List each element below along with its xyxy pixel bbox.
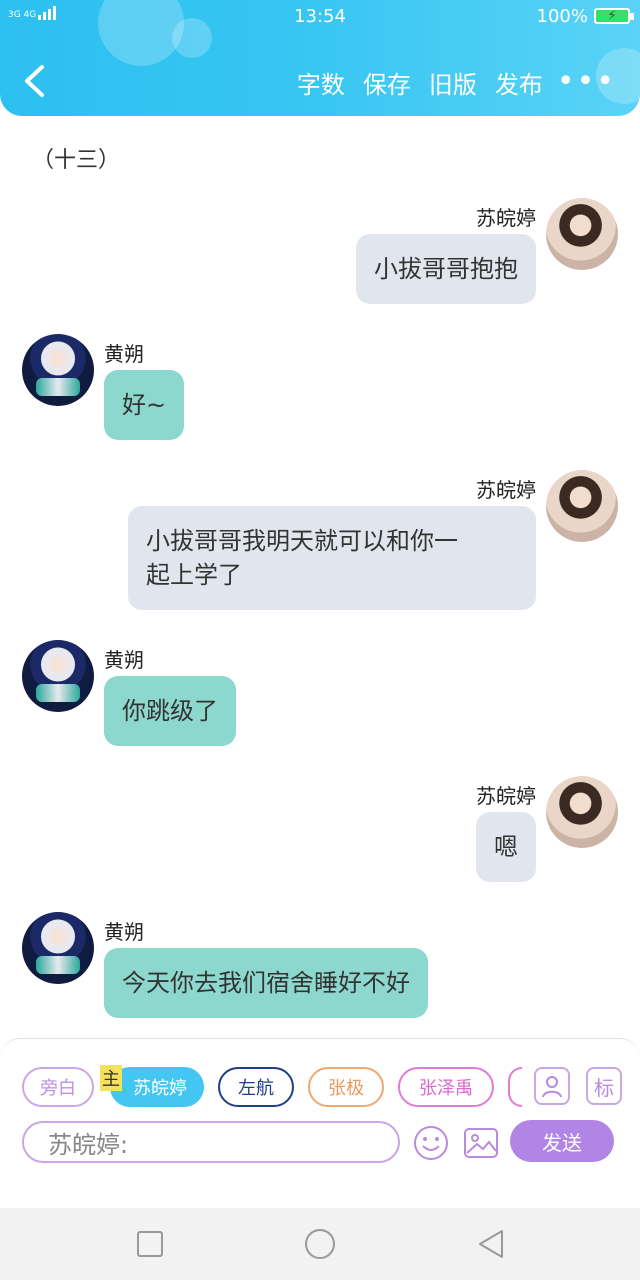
message-text: 小拔哥哥抱抱 bbox=[374, 255, 518, 283]
composer-panel: 旁白 苏皖婷 主 左航 张极 张泽禹 标 苏皖婷: 发送 bbox=[0, 1038, 640, 1208]
back-arrow-icon[interactable] bbox=[22, 64, 46, 98]
avatar-su-wanting[interactable] bbox=[546, 776, 618, 848]
system-nav-bar bbox=[0, 1208, 640, 1280]
send-button[interactable]: 发送 bbox=[510, 1120, 614, 1162]
main-character-tag: 主 bbox=[100, 1065, 122, 1091]
message-bubble[interactable]: 小拔哥哥我明天就可以和你一 起上学了 bbox=[128, 506, 536, 610]
avatar-huang-shuo[interactable] bbox=[22, 334, 94, 406]
message-bubble[interactable]: 小拔哥哥抱抱 bbox=[356, 234, 536, 304]
message-text-line: 起上学了 bbox=[146, 561, 242, 589]
sender-name: 苏皖婷 bbox=[476, 784, 536, 808]
chat-area[interactable]: （十三） 苏皖婷 小拔哥哥抱抱 黄朔 好~ 苏皖婷 小拔哥哥我明天就可以和你一 … bbox=[0, 116, 640, 1040]
message-row: 黄朔 你跳级了 bbox=[0, 640, 640, 760]
image-icon[interactable] bbox=[463, 1125, 499, 1161]
battery-percent: 100% bbox=[536, 6, 588, 27]
character-manage-icon[interactable] bbox=[534, 1067, 570, 1105]
avatar-su-wanting[interactable] bbox=[546, 470, 618, 542]
word-count-button[interactable]: 字数 bbox=[297, 65, 345, 100]
role-chip-zuo-hang[interactable]: 左航 bbox=[218, 1067, 294, 1107]
role-chip-narration[interactable]: 旁白 bbox=[22, 1067, 94, 1107]
chapter-title: （十三） bbox=[32, 148, 121, 173]
sender-name: 苏皖婷 bbox=[476, 206, 536, 230]
message-bubble[interactable]: 今天你去我们宿舍睡好不好 bbox=[104, 948, 428, 1018]
emoji-icon[interactable] bbox=[413, 1125, 449, 1161]
avatar-su-wanting[interactable] bbox=[546, 198, 618, 270]
recent-apps-icon[interactable] bbox=[134, 1228, 166, 1260]
battery-icon: ⚡ bbox=[594, 8, 634, 24]
sender-name: 黄朔 bbox=[104, 342, 144, 366]
header-bar: 3G 4G 13:54 100% ⚡ 字数 保存 旧版 发布 ••• bbox=[0, 0, 640, 116]
old-version-button[interactable]: 旧版 bbox=[429, 65, 477, 100]
sender-name: 黄朔 bbox=[104, 920, 144, 944]
mark-button[interactable]: 标 bbox=[586, 1067, 622, 1105]
message-row: 苏皖婷 小拔哥哥我明天就可以和你一 起上学了 bbox=[0, 470, 640, 620]
sender-name: 苏皖婷 bbox=[476, 478, 536, 502]
save-button[interactable]: 保存 bbox=[363, 65, 411, 100]
toolbar-actions: 字数 保存 旧版 发布 ••• bbox=[297, 60, 640, 104]
role-chip-partial[interactable] bbox=[508, 1067, 522, 1107]
message-row: 黄朔 好~ bbox=[0, 334, 640, 454]
avatar-huang-shuo[interactable] bbox=[22, 912, 94, 984]
message-row: 苏皖婷 小拔哥哥抱抱 bbox=[0, 198, 640, 318]
message-input[interactable]: 苏皖婷: bbox=[22, 1121, 400, 1163]
message-text: 今天你去我们宿舍睡好不好 bbox=[122, 969, 410, 997]
role-chip-zhang-zeyu[interactable]: 张泽禹 bbox=[398, 1067, 494, 1107]
message-text-line: 小拔哥哥我明天就可以和你一 bbox=[146, 527, 458, 555]
message-bubble[interactable]: 好~ bbox=[104, 370, 185, 440]
sender-name: 黄朔 bbox=[104, 648, 144, 672]
back-triangle-icon[interactable] bbox=[476, 1228, 508, 1260]
status-bar: 3G 4G 13:54 100% ⚡ bbox=[0, 0, 640, 34]
message-bubble[interactable]: 嗯 bbox=[476, 812, 536, 882]
role-chip-zhang-ji[interactable]: 张极 bbox=[308, 1067, 384, 1107]
message-text: 嗯 bbox=[494, 833, 518, 861]
app-root: 3G 4G 13:54 100% ⚡ 字数 保存 旧版 发布 ••• （十三） … bbox=[0, 0, 640, 1280]
publish-button[interactable]: 发布 bbox=[495, 65, 543, 100]
message-row: 苏皖婷 嗯 bbox=[0, 776, 640, 896]
message-bubble[interactable]: 你跳级了 bbox=[104, 676, 236, 746]
message-text: 好~ bbox=[122, 391, 167, 419]
more-options-icon[interactable]: ••• bbox=[557, 67, 616, 97]
message-text: 你跳级了 bbox=[122, 697, 218, 725]
message-row: 黄朔 今天你去我们宿舍睡好不好 bbox=[0, 912, 640, 1032]
role-chip-su-wanting[interactable]: 苏皖婷 bbox=[110, 1067, 204, 1107]
avatar-huang-shuo[interactable] bbox=[22, 640, 94, 712]
home-icon[interactable] bbox=[304, 1228, 336, 1260]
